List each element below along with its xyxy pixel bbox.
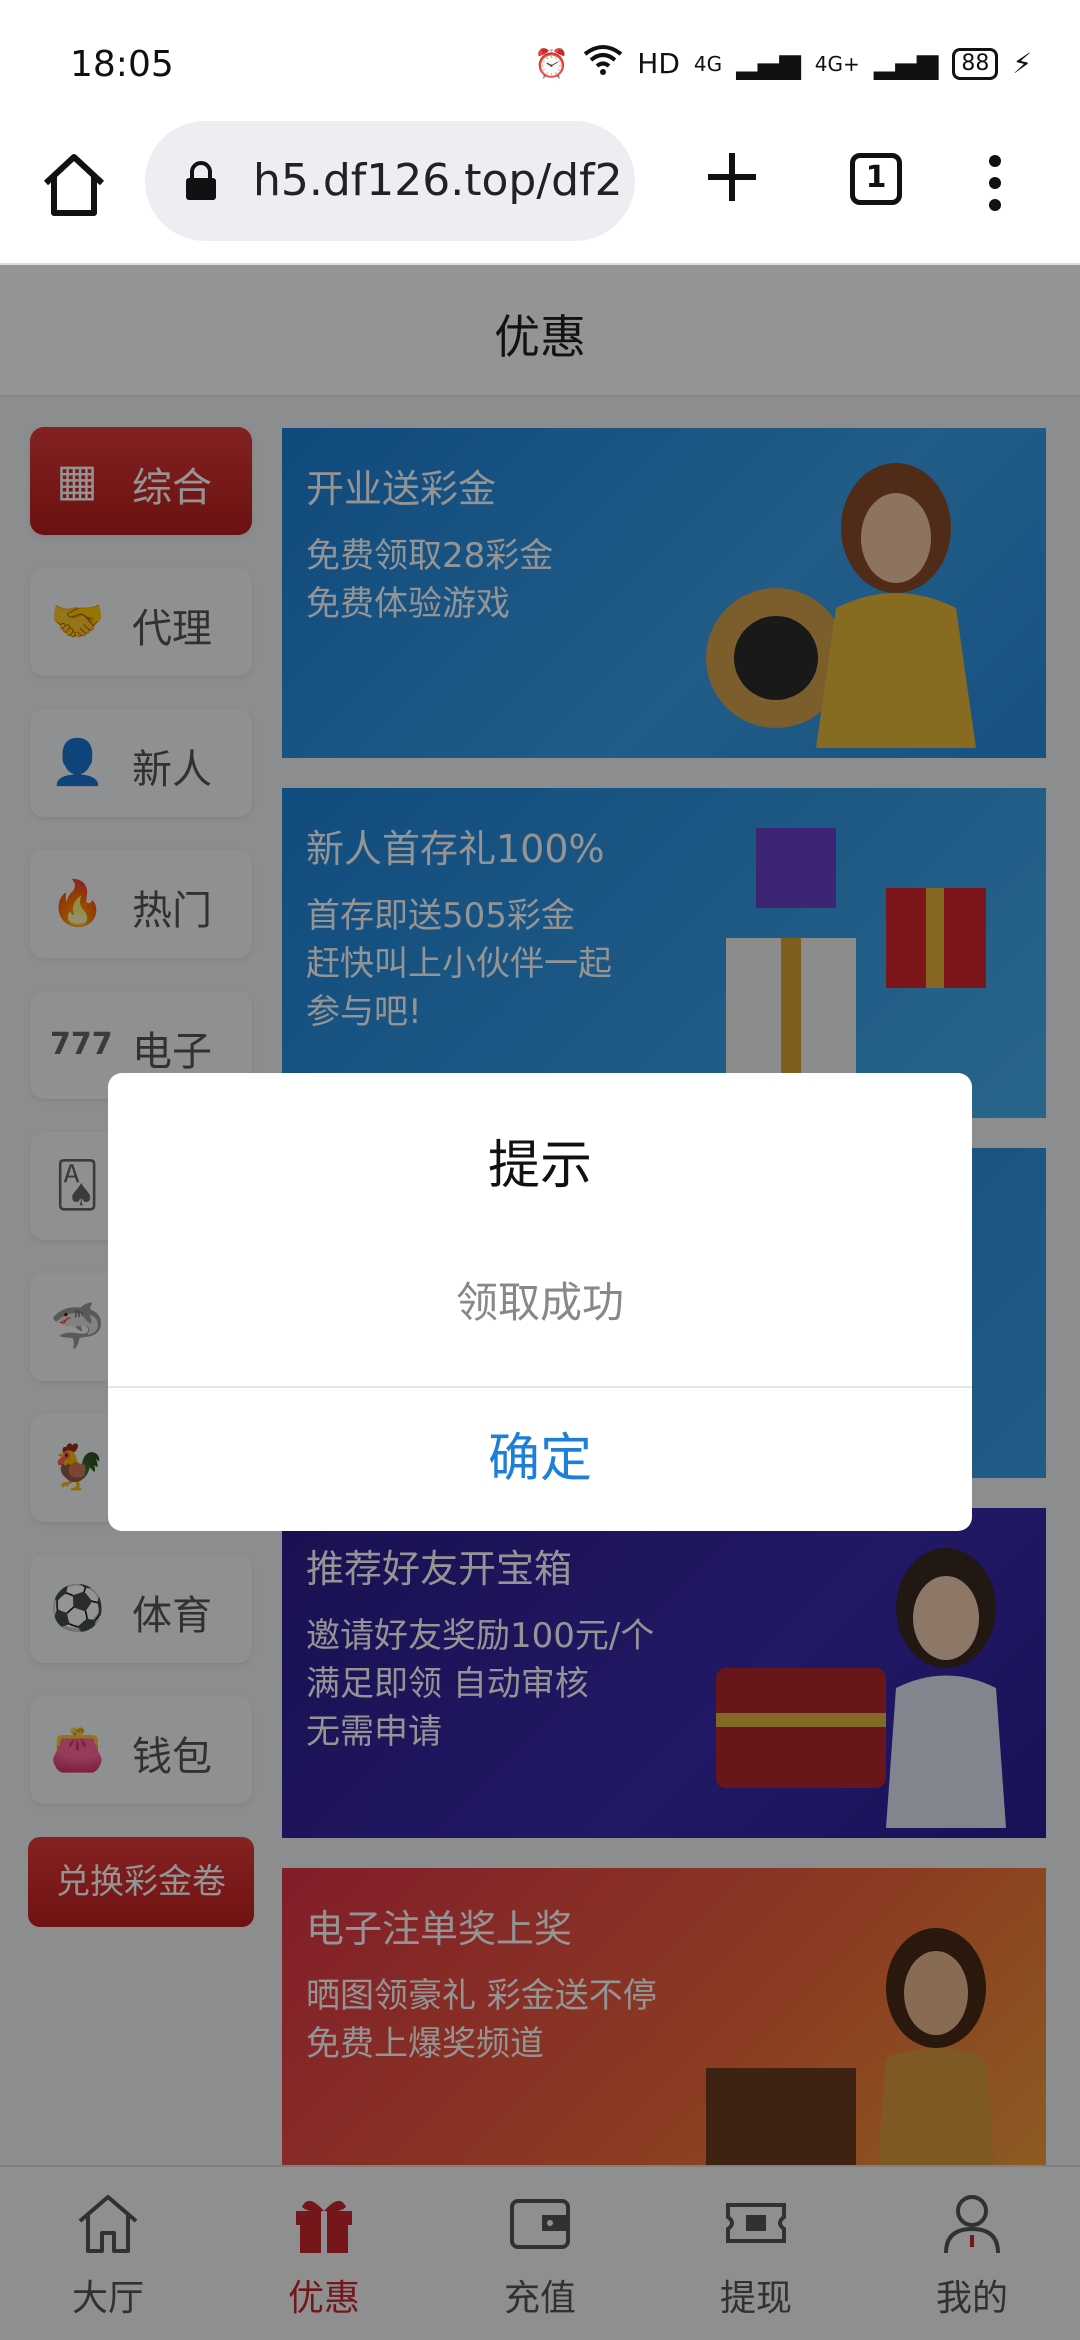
tab-switcher-button[interactable]: 1 (850, 153, 902, 205)
alarm-icon: ⏰ (534, 47, 570, 80)
plus-icon (708, 153, 756, 201)
lock-icon (186, 161, 216, 200)
address-bar[interactable]: h5.df126.top/df2 (145, 121, 635, 241)
alert-dialog: 提示 领取成功 确定 (108, 1073, 972, 1531)
charging-icon: ⚡ (1012, 47, 1032, 80)
wifi-icon (583, 44, 623, 83)
status-icons: ⏰ HD 4G ▂▄▆ 4G+ ▂▄▆ 88 ⚡ (534, 44, 1032, 83)
status-time: 18:05 (70, 44, 174, 85)
browser-home-button[interactable] (38, 149, 110, 221)
battery-level: 88 (952, 47, 999, 80)
browser-menu-button[interactable] (980, 153, 1010, 213)
dialog-confirm-button[interactable]: 确定 (108, 1388, 972, 1531)
url-text: h5.df126.top/df2 (253, 155, 623, 206)
signal-bars-icon: ▂▄▆ (736, 47, 801, 80)
signal-label-1: 4G (693, 51, 723, 76)
more-vert-icon (989, 155, 1001, 211)
browser-toolbar: h5.df126.top/df2 1 (0, 115, 1080, 265)
status-bar: 18:05 ⏰ HD 4G ▂▄▆ 4G+ ▂▄▆ 88 ⚡ (0, 0, 1080, 115)
new-tab-button[interactable] (700, 145, 764, 209)
signal-bars-icon: ▂▄▆ (873, 47, 939, 80)
dialog-title: 提示 (487, 1136, 592, 1196)
signal-label-2: 4G+ (814, 51, 860, 76)
hd-label: HD (637, 47, 680, 80)
home-icon (43, 154, 105, 216)
dialog-message: 领取成功 (455, 1278, 624, 1327)
